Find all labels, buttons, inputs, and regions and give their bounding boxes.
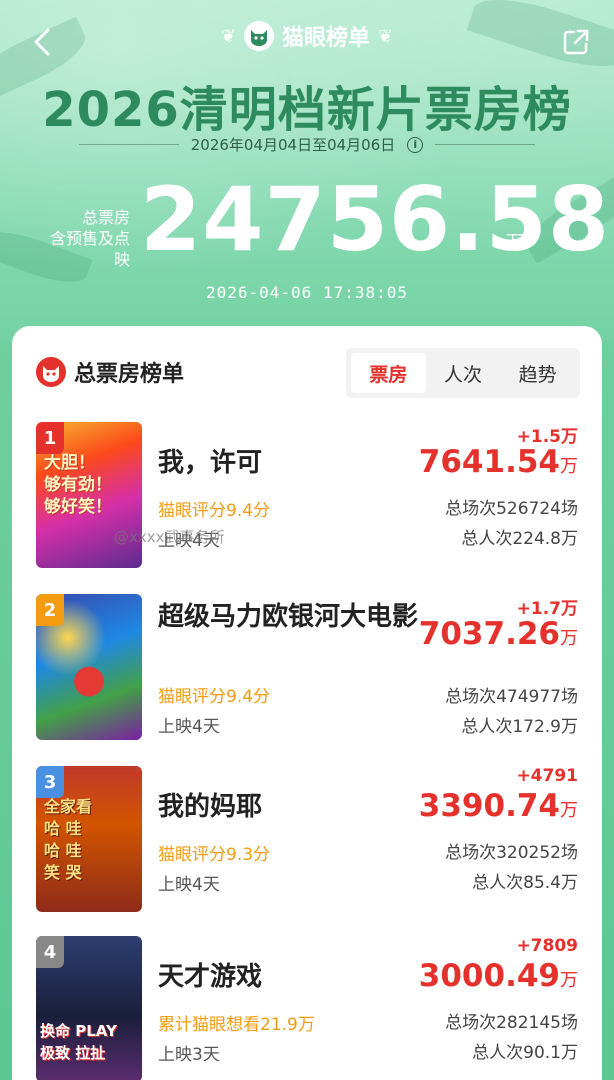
ranking-card: 总票房榜单 票房 人次 趋势 1 大胆！ 够有劲！ 够好笑！ 我，许可 猫眼评分… xyxy=(12,326,602,1080)
box-office-value: 7037.26万 xyxy=(419,616,578,652)
box-office-delta: +4791 xyxy=(516,766,578,786)
info-icon[interactable]: i xyxy=(407,136,424,153)
list-item[interactable]: 2 超级马力欧银河大电影 猫眼评分9.4分 上映4天 +1.7万 7037.26… xyxy=(36,594,578,744)
total-shows: 总场次474977场 xyxy=(445,687,578,707)
poster-text: 大胆！ 够有劲！ 够好笑！ xyxy=(44,453,112,517)
release-days: 上映4天 xyxy=(158,717,220,737)
box-office-number: 7641.54 xyxy=(418,444,560,480)
total-shows: 总场次320252场 xyxy=(445,843,578,863)
box-office-value: 7641.54万 xyxy=(419,444,578,480)
total-shows: 总场次282145场 xyxy=(445,1013,578,1033)
box-office-delta: +7809 xyxy=(516,936,578,956)
total-viewers: 总人次85.4万 xyxy=(472,873,578,893)
movie-rating: 猫眼评分9.3分 xyxy=(158,845,271,865)
want-to-see-count: 累计猫眼想看21.9万 xyxy=(158,1015,315,1035)
movie-poster[interactable]: 3 全家看 哈 哇 哈 哇 笑 哭 xyxy=(36,766,142,912)
movie-title: 我，许可 xyxy=(158,448,263,478)
laurel-left-icon: ❦ xyxy=(220,25,236,47)
total-viewers: 总人次90.1万 xyxy=(472,1043,578,1063)
tab-box-office[interactable]: 票房 xyxy=(351,353,426,393)
brand-title: 猫眼榜单 xyxy=(281,26,370,51)
box-office-unit: 万 xyxy=(560,456,578,477)
date-range-text: 2026年04月04日至04月06日 xyxy=(190,136,396,154)
box-office-unit: 万 xyxy=(560,970,578,991)
box-office-value: 3000.49万 xyxy=(419,958,578,994)
box-office-number: 7037.26 xyxy=(418,616,560,652)
total-label: 总票房 含预售及点映 xyxy=(38,207,130,270)
total-label-line1: 总票房 xyxy=(81,208,130,227)
tab-viewers[interactable]: 人次 xyxy=(426,353,501,393)
release-days: 上映3天 xyxy=(158,1045,220,1065)
list-item[interactable]: 1 大胆！ 够有劲！ 够好笑！ 我，许可 猫眼评分9.4分 上映4天 +1.5万… xyxy=(36,422,578,572)
card-header: 总票房榜单 xyxy=(36,356,184,388)
movie-title: 超级马力欧银河大电影 xyxy=(158,602,419,632)
tab-bar: 票房 人次 趋势 xyxy=(346,348,580,398)
movie-rating: 猫眼评分9.4分 xyxy=(158,687,271,707)
date-range: 2026年04月04日至04月06日 i xyxy=(0,134,614,155)
box-office-number: 3390.74 xyxy=(418,788,560,824)
poster-text: 换命 PLAY 极致 拉扯 xyxy=(40,1022,117,1062)
maoyan-logo-icon xyxy=(243,21,274,51)
movie-rating: 猫眼评分9.4分 xyxy=(158,501,271,521)
box-office-value: 3390.74万 xyxy=(419,788,578,824)
tab-trend[interactable]: 趋势 xyxy=(500,353,575,393)
poster-text: 全家看 哈 哇 哈 哇 笑 哭 xyxy=(44,797,93,882)
box-office-number: 3000.49 xyxy=(418,958,560,994)
box-office-unit: 万 xyxy=(560,800,578,821)
movie-poster[interactable]: 4 换命 PLAY 极致 拉扯 xyxy=(36,936,142,1080)
movie-poster[interactable]: 2 xyxy=(36,594,142,740)
update-timestamp: 2026-04-06 17:38:05 xyxy=(205,283,409,302)
page-title: 2026清明档新片票房榜 xyxy=(42,82,572,138)
laurel-right-icon: ❦ xyxy=(378,25,394,47)
watermark: @xxxx武事务所 xyxy=(114,528,225,546)
maoyan-cat-icon xyxy=(36,357,66,387)
total-shows: 总场次526724场 xyxy=(445,499,578,519)
list-item[interactable]: 4 换命 PLAY 极致 拉扯 天才游戏 累计猫眼想看21.9万 上映3天 +7… xyxy=(36,936,578,1080)
movie-title: 我的妈耶 xyxy=(158,792,263,822)
brand-header: ❦ 猫眼榜单 ❦ xyxy=(0,20,614,52)
divider xyxy=(78,144,179,145)
box-office-unit: 万 xyxy=(560,628,578,649)
list-item[interactable]: 3 全家看 哈 哇 哈 哇 笑 哭 我的妈耶 猫眼评分9.3分 上映4天 +47… xyxy=(36,766,578,916)
card-title: 总票房榜单 xyxy=(74,362,185,387)
divider xyxy=(435,144,536,145)
total-box-office-value: 24756.58 xyxy=(140,168,611,271)
rank-badge: 1 xyxy=(36,422,64,454)
movie-title: 天才游戏 xyxy=(158,962,263,992)
total-viewers: 总人次172.9万 xyxy=(461,717,578,737)
rank-badge: 3 xyxy=(36,766,64,798)
release-days: 上映4天 xyxy=(158,875,220,895)
rank-badge: 4 xyxy=(36,936,64,968)
rank-badge: 2 xyxy=(36,594,64,626)
total-viewers: 总人次224.8万 xyxy=(461,529,578,549)
total-label-line2: 含预售及点映 xyxy=(49,229,130,269)
total-unit: 万 xyxy=(506,232,524,253)
